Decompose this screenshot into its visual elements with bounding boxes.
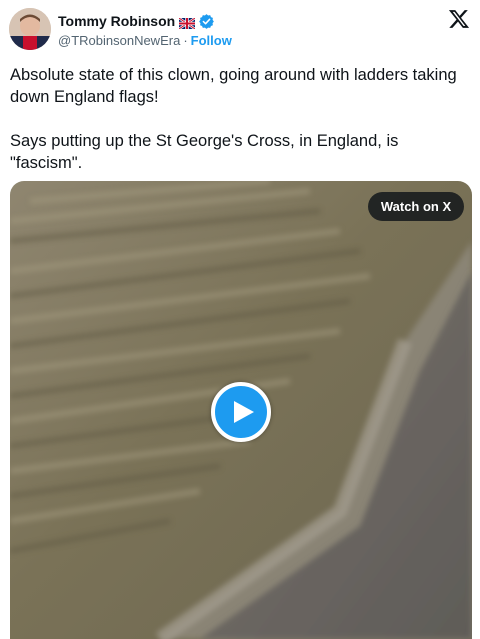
tweet-paragraph: Says putting up the St George's Cross, i… bbox=[10, 132, 399, 172]
tweet-header: Tommy Robinson @TRobinsonNewEra · Follow bbox=[0, 0, 480, 60]
display-name[interactable]: Tommy Robinson bbox=[58, 13, 175, 29]
video-player[interactable]: Watch on X bbox=[10, 181, 472, 639]
tweet-text: Absolute state of this clown, going arou… bbox=[10, 64, 470, 174]
watch-on-x-button[interactable]: Watch on X bbox=[368, 192, 464, 221]
tweet-paragraph: Absolute state of this clown, going arou… bbox=[10, 66, 457, 106]
x-logo-icon[interactable] bbox=[448, 8, 470, 30]
handle-row: @TRobinsonNewEra · Follow bbox=[58, 31, 232, 49]
user-handle[interactable]: @TRobinsonNewEra bbox=[58, 33, 180, 48]
tweet-card: Tommy Robinson @TRobinsonNewEra · Follow… bbox=[0, 0, 480, 639]
verified-badge-icon bbox=[199, 13, 215, 29]
follow-link[interactable]: Follow bbox=[191, 33, 232, 48]
name-row: Tommy Robinson bbox=[58, 11, 215, 31]
avatar[interactable] bbox=[9, 8, 51, 50]
play-icon bbox=[234, 401, 254, 423]
separator-dot: · bbox=[183, 32, 188, 48]
uk-flag-icon bbox=[178, 16, 196, 30]
play-button[interactable] bbox=[211, 382, 271, 442]
